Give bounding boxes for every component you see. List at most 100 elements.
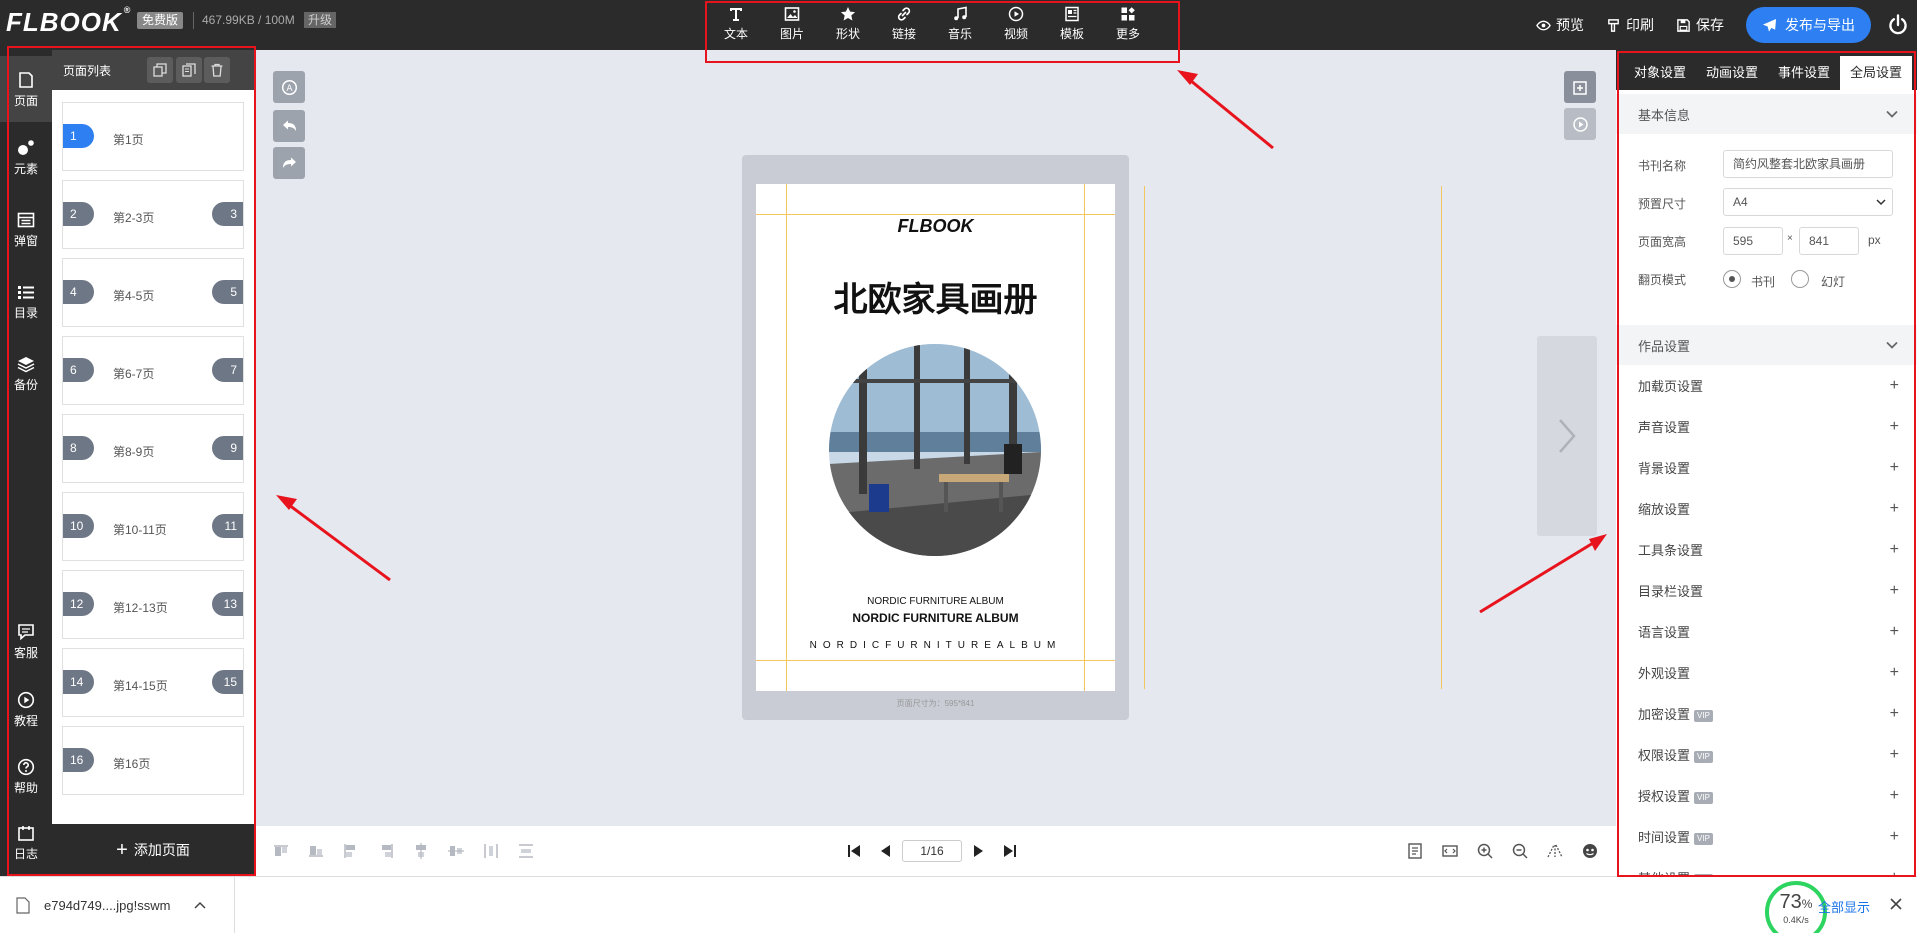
nav-backup[interactable]: 备份 <box>0 355 52 393</box>
settings-item[interactable]: 加密设置 VIP + <box>1616 693 1917 734</box>
align-left-icon[interactable] <box>342 842 360 860</box>
settings-item[interactable]: 工具条设置 + <box>1616 529 1917 570</box>
page-thumbnail[interactable]: 8 9 第8-9页 <box>62 414 244 483</box>
settings-item[interactable]: 外观设置 + <box>1616 652 1917 693</box>
settings-item[interactable]: 权限设置 VIP + <box>1616 734 1917 775</box>
settings-item[interactable]: 授权设置 VIP + <box>1616 775 1917 816</box>
first-page-icon[interactable] <box>846 843 862 859</box>
page-thumbnail[interactable]: 10 11 第10-11页 <box>62 492 244 561</box>
settings-item[interactable]: 语言设置 + <box>1616 611 1917 652</box>
page-thumbnail[interactable]: 6 7 第6-7页 <box>62 336 244 405</box>
book-page[interactable]: FLBOOK 北欧家具画册 NORDIC FURNITURE ALBUM NOR… <box>756 184 1115 691</box>
power-icon[interactable] <box>1887 14 1909 36</box>
page-thumbnail[interactable]: 14 15 第14-15页 <box>62 648 244 717</box>
settings-item[interactable]: 加载页设置 + <box>1616 365 1917 406</box>
print-button[interactable]: 印刷 <box>1606 15 1654 35</box>
show-all-link[interactable]: 全部显示 <box>1818 897 1870 916</box>
prev-page-icon[interactable] <box>878 843 894 859</box>
book-name-input[interactable]: 简约风整套北欧家具画册 <box>1723 150 1893 178</box>
save-button[interactable]: 保存 <box>1676 15 1724 35</box>
nav-tutorial[interactable]: 教程 <box>0 691 52 729</box>
nav-elements[interactable]: 元素 <box>0 139 52 177</box>
auto-layout-button[interactable]: A <box>273 71 305 103</box>
zoom-in-icon[interactable] <box>1476 842 1494 860</box>
page-thumbnail[interactable]: 16 第16页 <box>62 726 244 795</box>
duplicate-page-button[interactable] <box>176 57 202 83</box>
page-thumbnail[interactable]: 4 5 第4-5页 <box>62 258 244 327</box>
nav-log[interactable]: 日志 <box>0 824 52 862</box>
nav-page[interactable]: 页面 <box>0 56 52 122</box>
align-center-h-icon[interactable] <box>447 842 465 860</box>
align-bottom-icon[interactable] <box>307 842 325 860</box>
settings-tabs: 对象设置 动画设置 事件设置 全局设置 <box>1616 50 1917 90</box>
page-number-input[interactable]: 1/16 <box>902 840 962 862</box>
upgrade-button[interactable]: 升级 <box>304 12 337 28</box>
fit-screen-icon[interactable] <box>1441 842 1459 860</box>
page-thumbnail[interactable]: 1 第1页 <box>62 102 244 171</box>
guides-icon[interactable] <box>1546 842 1564 860</box>
app-logo[interactable]: FLBOOK ® <box>6 5 131 38</box>
distribute-h-icon[interactable] <box>482 842 500 860</box>
tool-link[interactable]: 链接 <box>876 0 932 50</box>
flip-slide-radio[interactable] <box>1791 270 1809 288</box>
tool-video[interactable]: 视频 <box>988 0 1044 50</box>
close-icon[interactable] <box>1890 898 1902 910</box>
redo-button[interactable] <box>273 147 305 179</box>
face-icon[interactable] <box>1581 842 1599 860</box>
header-actions: 预览 印刷 保存 发布与导出 <box>1536 0 1917 50</box>
interior-photo[interactable] <box>829 344 1041 556</box>
undo-button[interactable] <box>273 110 305 142</box>
add-layer-button[interactable] <box>1564 71 1596 103</box>
align-right-icon[interactable] <box>377 842 395 860</box>
next-page-icon[interactable] <box>970 843 986 859</box>
distribute-v-icon[interactable] <box>517 842 535 860</box>
zoom-out-icon[interactable] <box>1511 842 1529 860</box>
tool-music[interactable]: 音乐 <box>932 0 988 50</box>
add-page-button[interactable]: + 添加页面 <box>52 824 254 876</box>
tab-animation-settings[interactable]: 动画设置 <box>1696 56 1768 90</box>
notes-icon[interactable] <box>1406 842 1424 860</box>
align-top-icon[interactable] <box>272 842 290 860</box>
tab-global-settings[interactable]: 全局设置 <box>1840 56 1913 90</box>
nav-help[interactable]: 帮助 <box>0 758 52 796</box>
settings-item[interactable]: 声音设置 + <box>1616 406 1917 447</box>
subtitle-1[interactable]: NORDIC FURNITURE ALBUM <box>756 596 1115 607</box>
copy-page-button[interactable] <box>147 57 173 83</box>
preset-size-select[interactable]: A4 <box>1723 188 1893 216</box>
align-center-v-icon[interactable] <box>412 842 430 860</box>
page-thumbnail[interactable]: 12 13 第12-13页 <box>62 570 244 639</box>
tab-event-settings[interactable]: 事件设置 <box>1768 56 1840 90</box>
page-height-input[interactable]: 841 <box>1799 227 1859 255</box>
page-thumbnail[interactable]: 2 3 第2-3页 <box>62 180 244 249</box>
preview-button[interactable]: 预览 <box>1536 15 1584 35</box>
publish-export-button[interactable]: 发布与导出 <box>1746 7 1871 43</box>
tab-object-settings[interactable]: 对象设置 <box>1624 56 1696 90</box>
basic-info-header[interactable]: 基本信息 <box>1616 94 1917 134</box>
tool-text[interactable]: 文本 <box>708 0 764 50</box>
nav-catalog[interactable]: 目录 <box>0 283 52 321</box>
delete-page-button[interactable] <box>204 57 230 83</box>
play-preview-button[interactable] <box>1564 108 1596 140</box>
download-item[interactable]: e794d749....jpg!sswm <box>0 877 235 933</box>
tool-template[interactable]: 模板 <box>1044 0 1100 50</box>
settings-item[interactable]: 时间设置 VIP + <box>1616 816 1917 857</box>
page-title[interactable]: 北欧家具画册 <box>756 272 1115 321</box>
settings-item[interactable]: 目录栏设置 + <box>1616 570 1917 611</box>
page-logo[interactable]: FLBOOK <box>756 216 1115 237</box>
nav-popup[interactable]: 弹窗 <box>0 211 52 249</box>
last-page-icon[interactable] <box>1002 843 1018 859</box>
flip-book-radio[interactable] <box>1723 270 1741 288</box>
tool-image[interactable]: 图片 <box>764 0 820 50</box>
nav-support[interactable]: 客服 <box>0 623 52 661</box>
spaced-subtitle[interactable]: NORDICFURNITUREALBUM <box>756 640 1115 651</box>
subtitle-2[interactable]: NORDIC FURNITURE ALBUM <box>756 611 1115 625</box>
page-width-input[interactable]: 595 <box>1723 227 1783 255</box>
add-page-icon <box>1572 80 1587 95</box>
work-settings-header[interactable]: 作品设置 <box>1616 325 1917 365</box>
chevron-up-icon[interactable] <box>194 900 206 912</box>
tool-shape[interactable]: 形状 <box>820 0 876 50</box>
tool-more[interactable]: 更多 <box>1100 0 1156 50</box>
settings-item[interactable]: 背景设置 + <box>1616 447 1917 488</box>
next-page-area[interactable] <box>1537 336 1597 536</box>
settings-item[interactable]: 缩放设置 + <box>1616 488 1917 529</box>
